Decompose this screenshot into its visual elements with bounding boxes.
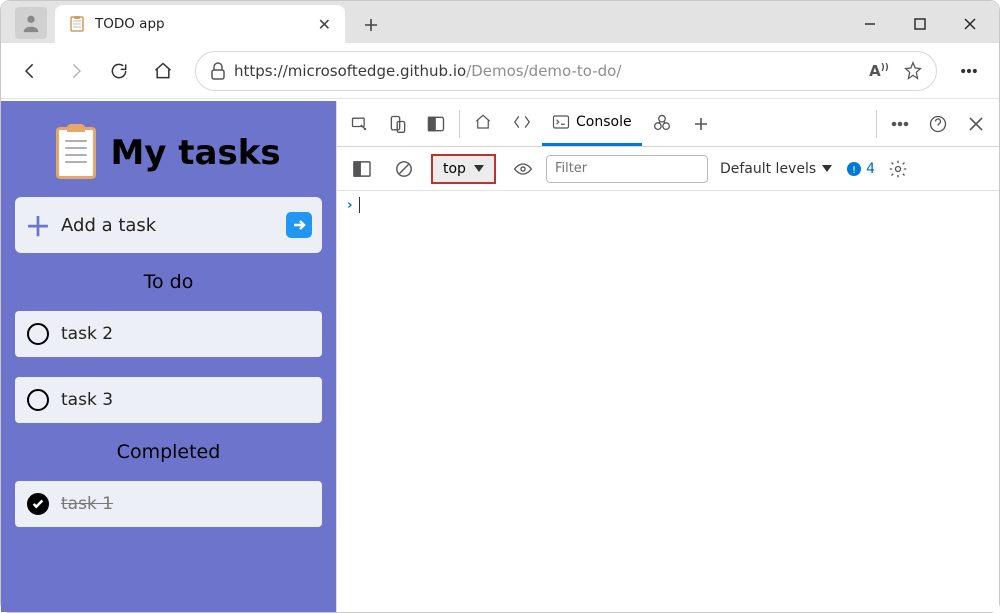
content-area: My tasks ＋ Add a task To do task 2 task … xyxy=(1,101,999,612)
add-task-label: Add a task xyxy=(61,215,276,236)
favorites-button[interactable] xyxy=(896,54,930,88)
live-expression-button[interactable] xyxy=(504,150,542,188)
devtools-panel: Console top Default levels ! xyxy=(337,101,999,612)
url-host: https://microsoftedge.github.io xyxy=(234,62,466,80)
context-label: top xyxy=(443,161,466,177)
checkbox-unchecked-icon[interactable] xyxy=(27,323,49,345)
more-tabs-button[interactable] xyxy=(682,105,720,143)
browser-toolbar: https://microsoftedge.github.io/Demos/de… xyxy=(1,43,999,99)
console-prompt[interactable]: › xyxy=(347,197,989,213)
filter-input[interactable] xyxy=(546,155,708,183)
task-item[interactable]: task 3 xyxy=(15,377,322,423)
levels-label: Default levels xyxy=(720,161,816,177)
device-emulation-button[interactable] xyxy=(379,105,417,143)
task-label: task 2 xyxy=(61,324,113,344)
todo-list: task 2 task 3 xyxy=(15,311,322,423)
tab-title: TODO app xyxy=(95,16,308,32)
console-toolbar: top Default levels ! 4 xyxy=(337,147,999,191)
app-title: My tasks xyxy=(110,133,280,173)
welcome-tab[interactable] xyxy=(464,102,502,146)
issues-button[interactable]: ! 4 xyxy=(846,161,875,177)
issues-count: 4 xyxy=(866,161,875,177)
clipboard-icon xyxy=(69,16,85,32)
address-bar[interactable]: https://microsoftedge.github.io/Demos/de… xyxy=(195,51,937,91)
browser-tab[interactable]: TODO app ✕ xyxy=(55,5,345,43)
todo-app: My tasks ＋ Add a task To do task 2 task … xyxy=(1,101,337,612)
add-task-button[interactable]: ＋ Add a task xyxy=(15,197,322,253)
completed-section-label: Completed xyxy=(15,437,322,467)
prompt-caret-icon: › xyxy=(347,197,353,213)
plus-icon: ＋ xyxy=(25,207,51,244)
dock-side-button[interactable] xyxy=(417,105,455,143)
chevron-down-icon xyxy=(822,165,832,172)
browser-titlebar: TODO app ✕ xyxy=(1,1,999,43)
more-menu-button[interactable] xyxy=(949,51,989,91)
window-controls xyxy=(845,5,999,43)
inspect-element-button[interactable] xyxy=(341,105,379,143)
console-tab-label: Console xyxy=(576,114,632,130)
log-levels-selector[interactable]: Default levels xyxy=(720,161,832,177)
toggle-sidebar-button[interactable] xyxy=(343,150,381,188)
forward-button xyxy=(55,51,95,91)
sources-tab[interactable] xyxy=(642,102,682,146)
checkbox-unchecked-icon[interactable] xyxy=(27,389,49,411)
text-cursor xyxy=(359,197,360,213)
task-label: task 1 xyxy=(61,494,113,514)
clear-console-button[interactable] xyxy=(385,150,423,188)
completed-list: task 1 xyxy=(15,481,322,527)
tab-close-icon[interactable]: ✕ xyxy=(318,15,331,34)
new-tab-button[interactable] xyxy=(353,7,389,43)
todo-section-label: To do xyxy=(15,267,322,297)
chevron-down-icon xyxy=(474,165,484,172)
console-tab[interactable]: Console xyxy=(542,102,642,146)
url-text: https://microsoftedge.github.io/Demos/de… xyxy=(234,62,862,80)
context-selector[interactable]: top xyxy=(431,154,496,184)
task-item[interactable]: task 2 xyxy=(15,311,322,357)
close-window-button[interactable] xyxy=(945,5,995,43)
elements-tab[interactable] xyxy=(502,102,542,146)
home-button[interactable] xyxy=(143,51,183,91)
close-devtools-button[interactable] xyxy=(957,105,995,143)
task-item-completed[interactable]: task 1 xyxy=(15,481,322,527)
devtools-more-button[interactable] xyxy=(881,105,919,143)
devtools-tab-strip: Console xyxy=(337,101,999,147)
checkbox-checked-icon[interactable] xyxy=(27,493,49,515)
url-path: /Demos/demo-to-do/ xyxy=(466,62,621,80)
refresh-button[interactable] xyxy=(99,51,139,91)
app-header: My tasks xyxy=(15,115,322,183)
back-button[interactable] xyxy=(11,51,51,91)
submit-arrow-icon[interactable] xyxy=(286,212,312,238)
task-label: task 3 xyxy=(61,390,113,410)
read-aloud-button[interactable]: A)) xyxy=(862,54,896,88)
maximize-button[interactable] xyxy=(895,5,945,43)
profile-button[interactable] xyxy=(15,7,47,39)
lock-icon[interactable] xyxy=(202,62,234,80)
console-settings-button[interactable] xyxy=(879,150,917,188)
app-logo-icon xyxy=(56,127,96,179)
svg-text:!: ! xyxy=(852,165,856,176)
help-button[interactable] xyxy=(919,105,957,143)
console-output[interactable]: › xyxy=(337,191,999,612)
minimize-button[interactable] xyxy=(845,5,895,43)
